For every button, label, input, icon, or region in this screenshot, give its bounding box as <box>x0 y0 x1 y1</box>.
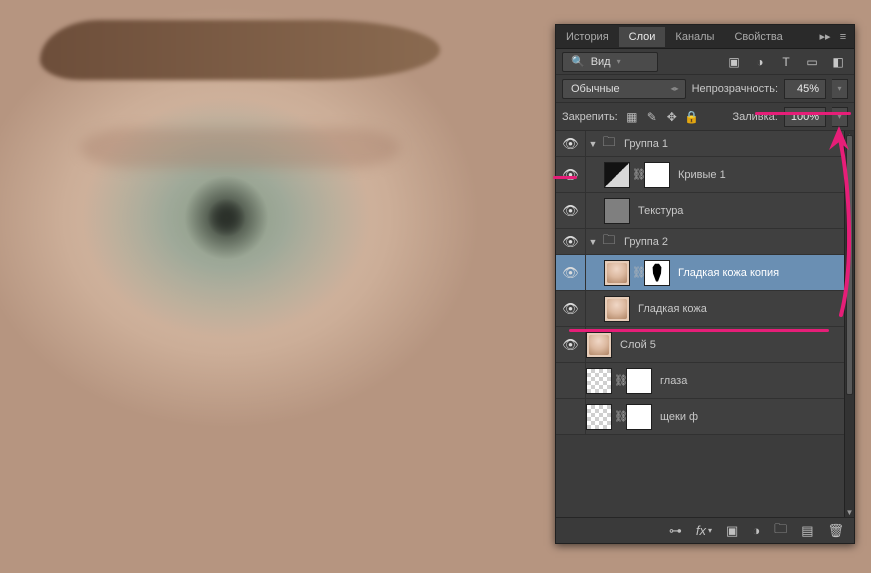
image-filter-icon[interactable]: ▣ <box>724 53 744 71</box>
lock-icons: ▦ ✎ ✥ 🔒 <box>624 109 700 125</box>
visibility-toggle[interactable]: 👁 <box>556 229 586 254</box>
type-filter-icon[interactable]: T <box>776 53 796 71</box>
layer-group-row[interactable]: 👁▼🗀Группа 1 <box>556 131 844 157</box>
layer-name[interactable]: Слой 5 <box>614 339 844 351</box>
disclosure-triangle[interactable]: ▼ <box>586 139 600 149</box>
layer-row[interactable]: ⛓ щеки ф <box>556 399 844 435</box>
tab-layers[interactable]: Слои <box>619 27 666 47</box>
lock-pixels-icon[interactable]: ▦ <box>624 109 640 125</box>
adjustment-filter-icon[interactable]: ◑ <box>750 53 770 71</box>
scroll-down-icon[interactable]: ▼ <box>845 507 854 517</box>
chevron-down-icon: ▾ <box>837 84 841 93</box>
filter-kind-dropdown[interactable]: 🔍 Вид ▾ <box>562 52 658 72</box>
layer-thumbnail[interactable] <box>586 332 612 358</box>
lock-move-icon[interactable]: ✥ <box>664 109 680 125</box>
visibility-toggle[interactable]: 👁 <box>556 327 586 362</box>
layer-name[interactable]: Текстура <box>632 205 844 217</box>
link-icon[interactable]: ⊶ <box>669 523 682 539</box>
mask-icon[interactable]: ▣ <box>726 523 738 539</box>
layer-thumbnail[interactable] <box>604 162 630 188</box>
layer-group-row[interactable]: 👁▼🗀Группа 2 <box>556 229 844 255</box>
layer-mask-thumbnail[interactable] <box>644 162 670 188</box>
mask-link-icon[interactable]: ⛓ <box>632 168 644 181</box>
layer-name[interactable]: Кривые 1 <box>672 169 844 181</box>
layer-thumbnail[interactable] <box>604 198 630 224</box>
layer-row[interactable]: 👁 Слой 5 <box>556 327 844 363</box>
blend-opacity-row: Обычные ◂▸ Непрозрачность: 45% ▾ <box>556 75 854 103</box>
visibility-toggle[interactable] <box>556 399 586 434</box>
fx-icon[interactable]: fx▾ <box>696 523 712 538</box>
layer-thumbnail[interactable] <box>586 404 612 430</box>
search-icon: 🔍 <box>571 55 585 68</box>
layers-panel: История Слои Каналы Свойства ▸▸ ≡ 🔍 Вид … <box>555 24 855 544</box>
layer-mask-thumbnail[interactable] <box>626 404 652 430</box>
tab-channels[interactable]: Каналы <box>665 27 724 47</box>
blend-mode-dropdown[interactable]: Обычные ◂▸ <box>562 79 686 99</box>
opacity-input[interactable]: 45% <box>784 79 826 99</box>
visibility-toggle[interactable] <box>556 363 586 398</box>
layer-name[interactable]: глаза <box>654 375 844 387</box>
annotation-line <box>553 176 577 179</box>
panel-menu-icon[interactable]: ≡ <box>836 30 850 44</box>
trash-icon[interactable]: 🗑 <box>827 523 844 539</box>
fill-slider-toggle[interactable]: ▾ <box>832 107 848 127</box>
layer-filter-row: 🔍 Вид ▾ ▣ ◑ T ▭ ◧ <box>556 49 854 75</box>
layer-row[interactable]: 👁 Гладкая кожа <box>556 291 844 327</box>
layer-mask-thumbnail[interactable] <box>626 368 652 394</box>
layer-name[interactable]: Группа 2 <box>618 236 844 248</box>
shape-filter-icon[interactable]: ▭ <box>802 53 822 71</box>
adjustment-circle-icon[interactable]: ◑ <box>752 523 760 538</box>
layer-mask-thumbnail[interactable] <box>644 260 670 286</box>
layer-row[interactable]: 👁 ⛓ Гладкая кожа копия <box>556 255 844 291</box>
layer-thumbnail[interactable] <box>604 296 630 322</box>
layer-row[interactable]: ⛓ глаза <box>556 363 844 399</box>
canvas-detail <box>80 128 400 168</box>
chevron-down-icon: ◂▸ <box>671 84 679 93</box>
mask-link-icon[interactable]: ⛓ <box>614 410 626 423</box>
lock-fill-row: Закрепить: ▦ ✎ ✥ 🔒 Заливка: 100% ▾ <box>556 103 854 131</box>
visibility-toggle[interactable]: 👁 <box>556 255 586 290</box>
layers-list: 👁▼🗀Группа 1👁⛓Кривые 1👁Текстура👁▼🗀Группа … <box>556 131 854 517</box>
lock-label: Закрепить: <box>562 111 618 123</box>
layers-bottom-bar: ⊶ fx▾ ▣ ◑ 🗀 ▤ 🗑 <box>556 517 854 543</box>
fill-input[interactable]: 100% <box>784 107 826 127</box>
new-layer-icon[interactable]: ▤ <box>801 523 813 539</box>
mask-link-icon[interactable]: ⛓ <box>614 374 626 387</box>
panel-collapse-icon[interactable]: ▸▸ <box>818 30 832 44</box>
panel-tabs: История Слои Каналы Свойства ▸▸ ≡ <box>556 25 854 49</box>
opacity-label: Непрозрачность: <box>692 83 778 95</box>
visibility-toggle[interactable]: 👁 <box>556 131 586 156</box>
tab-history[interactable]: История <box>556 27 619 47</box>
folder-icon: 🗀 <box>600 136 618 152</box>
blend-mode-value: Обычные <box>571 83 620 95</box>
lock-brush-icon[interactable]: ✎ <box>644 109 660 125</box>
lock-all-icon[interactable]: 🔒 <box>684 109 700 125</box>
mask-link-icon[interactable]: ⛓ <box>632 266 644 279</box>
layer-name[interactable]: Гладкая кожа копия <box>672 267 844 279</box>
scroll-thumb[interactable] <box>846 135 853 395</box>
filter-kind-label: Вид <box>591 56 611 68</box>
layers-scrollbar[interactable]: ▲ ▼ <box>844 131 854 517</box>
disclosure-triangle[interactable]: ▼ <box>586 237 600 247</box>
annotation-line <box>569 329 829 332</box>
layer-name[interactable]: щеки ф <box>654 411 844 423</box>
group-folder-icon[interactable]: 🗀 <box>774 520 787 542</box>
annotation-line <box>755 112 851 115</box>
folder-icon: 🗀 <box>600 234 618 250</box>
layer-row[interactable]: 👁 ⛓ Кривые 1 <box>556 157 844 193</box>
canvas-detail <box>40 20 440 80</box>
visibility-toggle[interactable]: 👁 <box>556 157 586 192</box>
smartobj-filter-icon[interactable]: ◧ <box>828 53 848 71</box>
layer-row[interactable]: 👁 Текстура <box>556 193 844 229</box>
layer-name[interactable]: Группа 1 <box>618 138 844 150</box>
visibility-toggle[interactable]: 👁 <box>556 291 586 326</box>
opacity-slider-toggle[interactable]: ▾ <box>832 79 848 99</box>
layer-thumbnail[interactable] <box>586 368 612 394</box>
chevron-down-icon: ▾ <box>617 57 621 66</box>
visibility-toggle[interactable]: 👁 <box>556 193 586 228</box>
layer-name[interactable]: Гладкая кожа <box>632 303 844 315</box>
layer-thumbnail[interactable] <box>604 260 630 286</box>
tab-properties[interactable]: Свойства <box>724 27 792 47</box>
